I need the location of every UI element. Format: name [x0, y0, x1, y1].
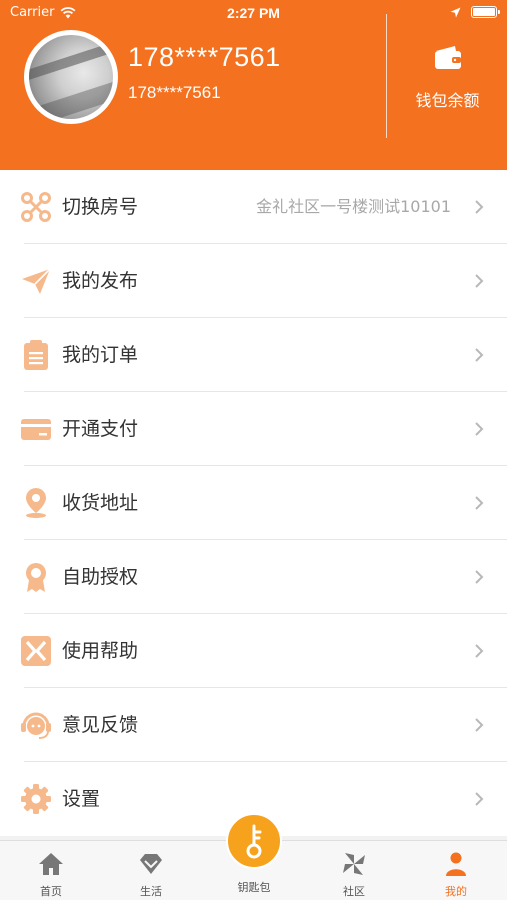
menu-item-feedback[interactable]: 意见反馈: [0, 688, 507, 762]
gear-icon: [21, 784, 51, 814]
person-icon: [446, 852, 466, 876]
switch-room-icon: [21, 192, 51, 222]
profile-header: Carrier 2:27 PM 178****7561 178****7561 …: [0, 0, 507, 170]
diamond-icon: [140, 854, 162, 874]
chevron-right-icon: [475, 718, 484, 732]
menu-item-label: 使用帮助: [62, 640, 139, 662]
user-phone: 178****7561: [128, 42, 281, 72]
headset-icon: [21, 712, 51, 739]
status-time: 2:27 PM: [227, 5, 280, 21]
menu-list: 切换房号 金礼社区一号楼测试10101 我的发布 我的订单 开通支付 收货地址 …: [0, 170, 507, 836]
menu-item-label: 意见反馈: [62, 714, 139, 736]
status-bar: Carrier 2:27 PM: [0, 0, 507, 28]
battery-icon: [471, 6, 500, 18]
menu-item-label: 设置: [62, 788, 101, 810]
help-icon: [21, 636, 51, 666]
menu-item-label: 开通支付: [62, 418, 139, 440]
tab-mine[interactable]: 我的: [416, 841, 496, 900]
current-room-value: 金礼社区一号楼测试10101: [256, 197, 451, 216]
menu-item-label: 我的订单: [62, 344, 139, 366]
tab-label: 社区: [343, 885, 365, 898]
key-wallet-button[interactable]: [226, 813, 282, 869]
wallet-label: 钱包余额: [415, 91, 480, 110]
chevron-right-icon: [475, 792, 484, 806]
chevron-right-icon: [475, 348, 484, 362]
badge-icon: [26, 563, 46, 592]
tab-home[interactable]: 首页: [11, 841, 91, 900]
tab-label: 首页: [40, 885, 62, 898]
location-pin-icon: [26, 488, 46, 518]
wallet-button[interactable]: 钱包余额: [388, 45, 507, 111]
home-icon: [39, 853, 63, 875]
tab-life[interactable]: 生活: [111, 841, 191, 900]
menu-item-label: 我的发布: [62, 270, 139, 292]
chevron-right-icon: [475, 200, 484, 214]
pinwheel-icon: [343, 853, 365, 875]
menu-item-label: 切换房号: [62, 196, 139, 218]
clipboard-icon: [24, 340, 48, 370]
menu-item-enable-payment[interactable]: 开通支付: [0, 392, 507, 466]
chevron-right-icon: [475, 570, 484, 584]
chevron-right-icon: [475, 644, 484, 658]
menu-item-shipping-address[interactable]: 收货地址: [0, 466, 507, 540]
tab-community[interactable]: 社区: [314, 841, 394, 900]
menu-item-label: 收货地址: [62, 492, 139, 514]
credit-card-icon: [21, 419, 51, 440]
menu-item-my-orders[interactable]: 我的订单: [0, 318, 507, 392]
header-divider: [386, 14, 387, 138]
wallet-icon: [434, 46, 461, 69]
avatar[interactable]: [24, 30, 118, 124]
menu-item-switch-room[interactable]: 切换房号 金礼社区一号楼测试10101: [0, 170, 507, 244]
user-phone-secondary: 178****7561: [128, 83, 221, 102]
tab-label: 生活: [140, 885, 162, 898]
menu-item-label: 自助授权: [62, 566, 139, 588]
chevron-right-icon: [475, 422, 484, 436]
status-right: [450, 6, 500, 18]
paper-plane-icon: [22, 268, 51, 294]
tab-label: 钥匙包: [237, 881, 271, 894]
location-arrow-icon: [450, 7, 461, 17]
tab-label: 我的: [445, 885, 467, 898]
menu-item-self-authorization[interactable]: 自助授权: [0, 540, 507, 614]
chevron-right-icon: [475, 274, 484, 288]
menu-item-help[interactable]: 使用帮助: [0, 614, 507, 688]
menu-item-my-posts[interactable]: 我的发布: [0, 244, 507, 318]
chevron-right-icon: [475, 496, 484, 510]
key-icon: [246, 824, 262, 859]
